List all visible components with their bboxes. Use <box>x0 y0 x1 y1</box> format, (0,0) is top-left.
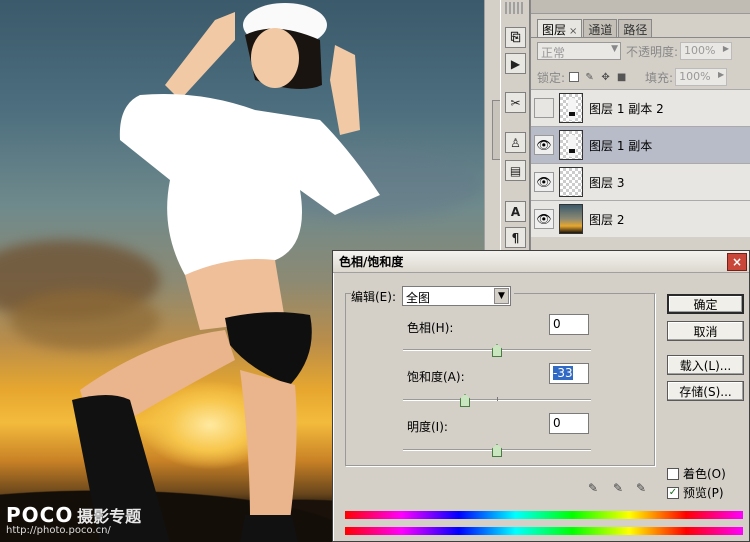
tab-channels[interactable]: 通道 <box>583 19 618 37</box>
clone-source-icon[interactable]: ♙ <box>505 132 526 153</box>
hue-label: 色相(H): <box>407 321 454 335</box>
chevron-right-icon[interactable]: ▶ <box>718 70 724 79</box>
cancel-button[interactable]: 取消 <box>667 321 744 341</box>
edit-row: 编辑(E): 全图 ▼ <box>351 286 514 306</box>
layer-name: 图层 1 副本 2 <box>589 101 664 116</box>
layer-thumbnail <box>559 167 583 197</box>
layer-thumbnail <box>559 93 583 123</box>
panel-tabs: 图层 × 通道 路径 <box>537 19 653 37</box>
panel-grip[interactable] <box>531 0 750 14</box>
slider-center-tick <box>497 397 498 401</box>
load-button[interactable]: 载入(L)... <box>667 355 744 375</box>
lock-transparency-icon[interactable] <box>569 72 580 82</box>
lock-label: 锁定: <box>537 70 566 85</box>
preview-checkbox[interactable]: ✓ 预览(P) <box>667 484 724 501</box>
save-button[interactable]: 存储(S)... <box>667 381 744 401</box>
layer-thumbnail <box>559 130 583 160</box>
edit-label: 编辑(E): <box>351 289 396 304</box>
lightness-input[interactable]: 0 <box>549 413 589 434</box>
lightness-label: 明度(I): <box>407 420 448 434</box>
fill-field[interactable]: 100% ▶ <box>675 68 728 86</box>
dock-grip[interactable] <box>505 2 525 14</box>
layer-thumbnail <box>559 204 583 234</box>
canvas-scrollbar[interactable] <box>484 0 503 250</box>
hue-input[interactable]: 0 <box>549 314 589 335</box>
preview-label: 预览(P) <box>683 486 724 500</box>
layer-row[interactable]: 👁 图层 1 副本 <box>531 126 750 163</box>
actions-play-icon[interactable]: ▶ <box>505 53 526 74</box>
colorize-label: 着色(O) <box>683 467 726 481</box>
ok-button[interactable]: 确定 <box>667 294 744 314</box>
layers-panel: 图层 × 通道 路径 正常 ▼ 不透明度: 100% ▶ 锁定: ✎ ✥ ■ 填充… <box>530 0 750 250</box>
edit-channel-value: 全图 <box>406 291 431 305</box>
layer-name: 图层 3 <box>589 175 625 190</box>
opacity-field[interactable]: 100% ▶ <box>680 42 733 60</box>
paragraph-icon[interactable]: ¶ <box>505 227 526 248</box>
preview-checkbox-box[interactable]: ✓ <box>667 486 679 499</box>
tab-layers[interactable]: 图层 × <box>537 19 583 37</box>
colorize-checkbox[interactable]: 着色(O) <box>667 465 726 482</box>
visibility-toggle[interactable] <box>534 98 554 118</box>
layer-name: 图层 2 <box>589 212 625 227</box>
fill-value: 100% <box>679 70 711 83</box>
output-color-bar <box>345 527 743 535</box>
layer-row[interactable]: 👁 图层 2 <box>531 200 750 237</box>
saturation-label: 饱和度(A): <box>407 370 465 384</box>
adjustment-group <box>345 293 655 466</box>
tab-paths[interactable]: 路径 <box>618 19 653 37</box>
watermark-url: http://photo.poco.cn/ <box>6 525 111 536</box>
chevron-right-icon[interactable]: ▶ <box>723 44 729 53</box>
layer-row[interactable]: 👁 图层 3 <box>531 163 750 200</box>
layer-list: 图层 1 副本 2 👁 图层 1 副本 👁 图层 3 👁 图层 2 <box>531 89 750 237</box>
eyedropper-plus-icon[interactable]: ✎ <box>611 481 625 495</box>
lock-brush-icon[interactable]: ✎ <box>584 72 595 83</box>
lock-move-icon[interactable]: ✥ <box>600 72 611 83</box>
blend-mode-value: 正常 <box>541 46 566 60</box>
tab-close-icon[interactable]: × <box>569 26 577 37</box>
watermark: POCO 摄影专题 http://photo.poco.cn/ <box>6 503 141 536</box>
watermark-brand: POCO <box>6 503 74 527</box>
eyedropper-minus-icon[interactable]: ✎ <box>634 481 648 495</box>
edit-channel-select[interactable]: 全图 ▼ <box>402 286 511 306</box>
tools-icon[interactable]: ✂ <box>505 92 526 113</box>
dialog-titlebar[interactable]: 色相/饱和度 × <box>333 251 749 273</box>
close-icon[interactable]: × <box>727 253 747 271</box>
layer-comps-icon[interactable]: ▤ <box>505 160 526 181</box>
history-brush-icon[interactable]: ⎘ <box>505 27 526 48</box>
eye-icon[interactable]: 👁 <box>534 172 554 192</box>
opacity-label: 不透明度: <box>626 44 679 59</box>
saturation-input[interactable]: -33 <box>549 363 589 384</box>
saturation-value: -33 <box>553 366 573 380</box>
opacity-value: 100% <box>684 44 716 57</box>
eyedropper-icon[interactable]: ✎ <box>586 481 600 495</box>
layer-row[interactable]: 图层 1 副本 2 <box>531 89 750 126</box>
dialog-title: 色相/饱和度 <box>339 255 404 269</box>
eye-icon[interactable]: 👁 <box>534 135 554 155</box>
lock-all-icon[interactable]: ■ <box>616 72 627 83</box>
panel-dock-strip: ⎘ ▶ ✂ ♙ ▤ A ¶ <box>500 0 530 250</box>
colorize-checkbox-box[interactable] <box>667 467 679 480</box>
layers-panel-body: 正常 ▼ 不透明度: 100% ▶ 锁定: ✎ ✥ ■ 填充: 100% ▶ 图… <box>531 37 750 250</box>
hue-saturation-dialog: 色相/饱和度 × 编辑(E): 全图 ▼ 色相(H): 0 饱和度(A): -3… <box>332 250 750 542</box>
chevron-down-icon[interactable]: ▼ <box>494 288 509 304</box>
blend-mode-select[interactable]: 正常 ▼ <box>537 42 621 60</box>
layer-name: 图层 1 副本 <box>589 138 653 153</box>
input-color-bar <box>345 511 743 519</box>
fill-label: 填充: <box>645 70 674 85</box>
watermark-brand-cn: 摄影专题 <box>77 507 142 526</box>
character-icon[interactable]: A <box>505 201 526 222</box>
tab-layers-label: 图层 <box>542 23 567 37</box>
chevron-down-icon: ▼ <box>611 44 618 54</box>
eye-icon[interactable]: 👁 <box>534 209 554 229</box>
